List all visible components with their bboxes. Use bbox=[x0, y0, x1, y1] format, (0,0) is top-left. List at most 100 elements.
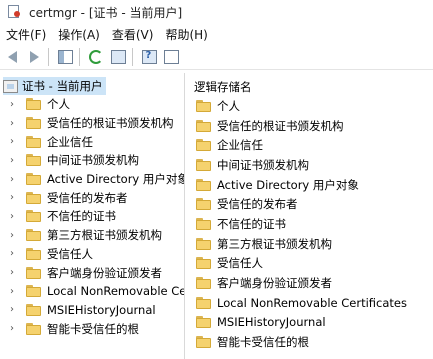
list-item[interactable]: 中间证书颁发机构 bbox=[188, 155, 407, 175]
tree-item-label: 不信任的证书 bbox=[47, 209, 116, 224]
folder-icon bbox=[196, 277, 211, 290]
list-item[interactable]: 企业信任 bbox=[188, 135, 407, 155]
folder-icon bbox=[26, 191, 41, 204]
forward-arrow-icon bbox=[29, 51, 39, 63]
certificate-store-icon bbox=[3, 79, 18, 93]
tree-item[interactable]: › 第三方根证书颁发机构 bbox=[0, 226, 184, 245]
list-item-label: 受信任的根证书颁发机构 bbox=[217, 118, 344, 133]
list-item-label: 第三方根证书颁发机构 bbox=[217, 236, 332, 251]
folder-icon bbox=[196, 139, 211, 152]
folder-icon bbox=[196, 158, 211, 171]
tree-item[interactable]: › 中间证书颁发机构 bbox=[0, 151, 184, 170]
tree-item-label: 个人 bbox=[47, 97, 70, 112]
menu-action[interactable]: 操作(A) bbox=[52, 26, 106, 43]
tree-item[interactable]: › Active Directory 用户对象 bbox=[0, 170, 185, 189]
chevron-right-icon[interactable]: › bbox=[6, 136, 18, 147]
tree-item[interactable]: › 企业信任 bbox=[0, 132, 184, 151]
help-button[interactable]: ? bbox=[139, 47, 159, 67]
folder-icon bbox=[26, 285, 41, 298]
list-item[interactable]: 智能卡受信任的根 bbox=[188, 332, 407, 352]
list-item-label: MSIEHistoryJournal bbox=[217, 315, 326, 330]
list-item-label: 智能卡受信任的根 bbox=[217, 335, 309, 350]
tree-item-label: Active Directory 用户对象 bbox=[47, 172, 185, 187]
tree-list: › 个人 › 受信任的根证书颁发机构 › 企业信任 › 中间证书颁发机构 › Active… bbox=[0, 95, 185, 338]
tree-item[interactable]: › 个人 bbox=[0, 95, 184, 114]
properties-button[interactable] bbox=[161, 47, 181, 67]
tree-root-certificates-current-user[interactable]: 证书 - 当前用户 bbox=[3, 77, 107, 95]
list-item[interactable]: 个人 bbox=[188, 96, 407, 116]
list-item-label: Local NonRemovable Certificates bbox=[217, 295, 407, 310]
folder-icon bbox=[26, 135, 41, 148]
list-item-label: 中间证书颁发机构 bbox=[217, 157, 309, 172]
tree-item-label: 智能卡受信任的根 bbox=[47, 321, 139, 336]
console-tree-pane: 证书 - 当前用户 › 个人 › 受信任的根证书颁发机构 › 企业信任 › 中间证书颁发… bbox=[0, 73, 185, 359]
list-item[interactable]: 受信任人 bbox=[188, 254, 407, 274]
tree-item[interactable]: › MSIEHistoryJournal bbox=[0, 301, 184, 320]
menu-view[interactable]: 查看(V) bbox=[106, 26, 160, 43]
chevron-right-icon[interactable]: › bbox=[6, 211, 18, 222]
export-list-icon bbox=[110, 50, 126, 64]
chevron-right-icon[interactable]: › bbox=[6, 118, 18, 129]
list-item-label: Active Directory 用户对象 bbox=[217, 177, 359, 192]
chevron-right-icon[interactable]: › bbox=[6, 99, 18, 110]
chevron-right-icon[interactable]: › bbox=[6, 323, 18, 334]
tree-item[interactable]: › 受信任的根证书颁发机构 bbox=[0, 114, 184, 133]
forward-button[interactable] bbox=[24, 47, 44, 67]
tree-item[interactable]: › 客户端身份验证颁发者 bbox=[0, 263, 184, 282]
tree-item[interactable]: › 不信任的证书 bbox=[0, 207, 184, 226]
tree-item[interactable]: › 智能卡受信任的根 bbox=[0, 319, 184, 338]
list-item[interactable]: Local NonRemovable Certificates bbox=[188, 293, 407, 313]
chevron-right-icon[interactable]: › bbox=[6, 174, 18, 185]
folder-icon bbox=[26, 117, 41, 130]
tree-item[interactable]: › 受信任人 bbox=[0, 245, 184, 264]
list-item-label: 不信任的证书 bbox=[217, 216, 286, 231]
chevron-right-icon[interactable]: › bbox=[6, 286, 18, 297]
chevron-right-icon[interactable]: › bbox=[6, 155, 18, 166]
list-item-label: 受信任人 bbox=[217, 256, 263, 271]
column-header-logical-store-name[interactable]: 逻辑存储名 bbox=[194, 79, 252, 95]
certmgr-app-icon[interactable] bbox=[6, 4, 22, 20]
export-list-button[interactable] bbox=[108, 47, 128, 67]
folder-icon bbox=[26, 322, 41, 335]
list-item[interactable]: 不信任的证书 bbox=[188, 214, 407, 234]
tree-item-label: 中间证书颁发机构 bbox=[47, 153, 139, 168]
show-hide-console-tree-button[interactable] bbox=[55, 47, 75, 67]
folder-icon bbox=[26, 247, 41, 260]
tree-item-label: 客户端身份验证颁发者 bbox=[47, 265, 162, 280]
folder-icon bbox=[196, 296, 211, 309]
folder-icon bbox=[196, 119, 211, 132]
toolbar: ? bbox=[0, 45, 433, 70]
back-arrow-icon bbox=[7, 51, 17, 63]
list-item-label: 个人 bbox=[217, 98, 240, 113]
chevron-right-icon[interactable]: › bbox=[6, 267, 18, 278]
toolbar-separator bbox=[48, 48, 49, 66]
refresh-button[interactable] bbox=[86, 47, 106, 67]
toolbar-separator bbox=[79, 48, 80, 66]
list-item[interactable]: MSIEHistoryJournal bbox=[188, 313, 407, 333]
list-item[interactable]: 受信任的根证书颁发机构 bbox=[188, 116, 407, 136]
tree-item[interactable]: › 受信任的发布者 bbox=[0, 188, 184, 207]
menu-file[interactable]: 文件(F) bbox=[0, 26, 52, 43]
help-icon: ? bbox=[141, 50, 157, 64]
chevron-right-icon[interactable]: › bbox=[6, 192, 18, 203]
tree-item-label: Local NonRemovable Cert bbox=[47, 284, 185, 299]
folder-icon bbox=[196, 336, 211, 349]
list-item[interactable]: 客户端身份验证颁发者 bbox=[188, 273, 407, 293]
folder-icon bbox=[26, 210, 41, 223]
list-item[interactable]: 第三方根证书颁发机构 bbox=[188, 234, 407, 254]
folder-icon bbox=[196, 198, 211, 211]
list-item[interactable]: Active Directory 用户对象 bbox=[188, 175, 407, 195]
list-item[interactable]: 受信任的发布者 bbox=[188, 194, 407, 214]
chevron-right-icon[interactable]: › bbox=[6, 230, 18, 241]
chevron-right-icon[interactable]: › bbox=[6, 248, 18, 259]
folder-icon bbox=[196, 316, 211, 329]
tree-item[interactable]: › Local NonRemovable Cert bbox=[0, 282, 185, 301]
back-button[interactable] bbox=[2, 47, 22, 67]
folder-icon bbox=[26, 303, 41, 316]
menu-help[interactable]: 帮助(H) bbox=[159, 26, 213, 43]
list-item-label: 客户端身份验证颁发者 bbox=[217, 276, 332, 291]
tree-item-label: 第三方根证书颁发机构 bbox=[47, 228, 162, 243]
tree-item-label: 企业信任 bbox=[47, 134, 93, 149]
toolbar-separator bbox=[132, 48, 133, 66]
chevron-right-icon[interactable]: › bbox=[6, 304, 18, 315]
